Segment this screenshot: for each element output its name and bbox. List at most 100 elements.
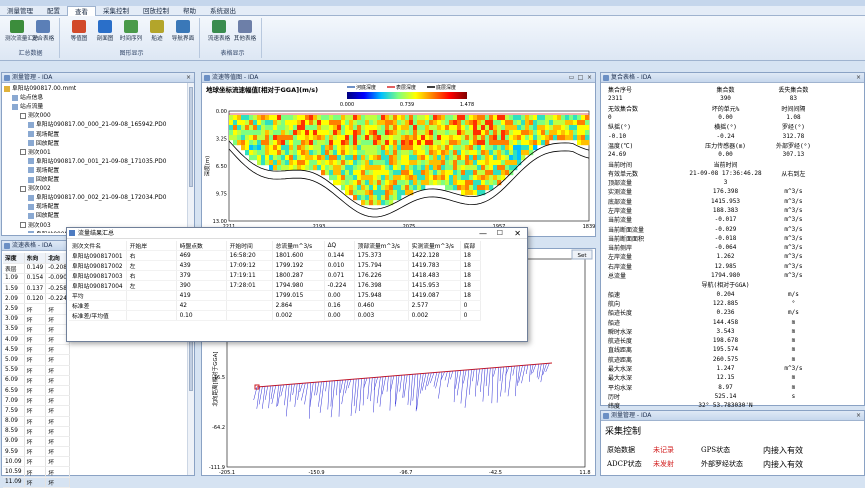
table-cell: 7.09 (3, 395, 25, 407)
table-row[interactable]: 8.59 坏坏 (3, 426, 70, 437)
table-row[interactable]: 阜阳站090817001 右 469 16:58:20 1801.600 0.144 175… (69, 250, 481, 261)
tree-node[interactable]: 回放配置 (28, 176, 59, 185)
tree-node[interactable]: 测次000 (20, 112, 51, 121)
tree-node[interactable]: 站点信息 (12, 94, 43, 103)
table-row[interactable]: 阜阳站090817003 右 379 17:19:11 1800.287 0.071 176… (69, 270, 481, 281)
minimize-button[interactable]: — (479, 228, 487, 239)
column-header[interactable]: 实测流量m^3/s (408, 241, 461, 251)
table-cell: 175.948 (354, 290, 409, 301)
velocity-cell (369, 195, 374, 201)
velocity-cell (437, 145, 442, 151)
table-row[interactable]: 阜阳站090817004 左 390 17:28:01 1794.980 -0.224 17… (69, 280, 481, 291)
tree-node[interactable]: 阜阳站090817.00_001_21-09-08_171035.PD0 (28, 158, 166, 167)
table-cell: 390 (176, 280, 227, 291)
table-row[interactable]: 5.59 坏坏 (3, 365, 70, 376)
velocity-cell (485, 140, 490, 146)
tree-scrollbar[interactable] (187, 83, 194, 235)
velocity-cell (429, 165, 434, 171)
table-row[interactable]: 标准差 42 2.864 0.16 0.460 2.577 0 (69, 300, 481, 311)
tree-node[interactable]: 阜阳站090817.00.mmt (4, 85, 76, 94)
maximize-button[interactable]: ☐ (497, 228, 503, 239)
tree-node[interactable]: 测次003 (20, 222, 51, 231)
ribbon-button[interactable]: 船迹 (145, 20, 169, 44)
column-header[interactable]: 测次文件名 (69, 241, 127, 251)
table-row[interactable]: 4.59 坏坏 (3, 344, 70, 356)
column-header[interactable]: 峙盟点数 (176, 241, 227, 251)
checkbox[interactable] (20, 112, 26, 119)
table-row[interactable]: 5.09 坏坏 (3, 354, 70, 366)
table-row: 温度(℃) 压力传感器(m) 外部罗经(°) (605, 141, 814, 150)
close-button[interactable]: ✕ (514, 228, 521, 239)
checkbox[interactable] (20, 149, 26, 156)
column-header[interactable]: 底部 (460, 241, 481, 251)
menu-item[interactable]: 帮助 (176, 6, 203, 16)
table-row[interactable]: 表层 0.149 -0.208 (3, 263, 70, 274)
ribbon-button[interactable]: 其他表格 (233, 20, 257, 44)
column-header[interactable]: 开始岸 (126, 241, 177, 251)
column-header[interactable]: 开始时间 (226, 241, 273, 251)
ribbon-button[interactable]: 流速表格 (207, 20, 231, 44)
close-icon[interactable]: × (185, 74, 192, 81)
scroll-thumb[interactable] (189, 87, 193, 187)
ribbon-button[interactable]: 导航界面 (171, 20, 195, 44)
tree-node[interactable]: 阜阳站090817.00_002_21-09-08_172034.PD0 (28, 194, 166, 203)
column-header[interactable]: 总流量m^3/s (272, 241, 325, 251)
ribbon-button[interactable]: 剖面图 (93, 20, 117, 44)
table-row[interactable]: 8.09 坏坏 (3, 416, 70, 427)
table-row[interactable]: 9.59 坏坏 (3, 446, 70, 458)
tree-node[interactable]: 测次002 (20, 185, 51, 194)
tree-node[interactable]: 阜阳站090817.00_000_21-09-08_165942.PD0 (28, 121, 166, 130)
maximize-icon[interactable]: □ (577, 74, 584, 81)
table-row[interactable]: 6.59 坏坏 (3, 385, 70, 397)
menu-item[interactable]: 采集控制 (96, 6, 136, 16)
table-row[interactable]: 3.09 坏坏 (3, 314, 70, 325)
minimize-icon[interactable]: ▭ (568, 74, 575, 81)
tree-node[interactable]: 现场配置 (28, 203, 59, 212)
close-icon[interactable]: × (586, 74, 593, 81)
velocity-cell (413, 170, 418, 176)
table-row[interactable]: 10.09 坏坏 (3, 456, 70, 468)
velocity-cell (481, 160, 486, 166)
tree-node[interactable]: 现场配置 (28, 131, 59, 140)
table-row[interactable]: 6.09 坏坏 (3, 375, 70, 386)
table-row[interactable]: 9.09 坏坏 (3, 436, 70, 448)
tree-node[interactable]: 回放配置 (28, 212, 59, 221)
table-row[interactable]: 标准差/平均值 0.10 0.002 0.00 0.003 0.002 0 (69, 310, 481, 321)
menu-item[interactable]: 回放控制 (136, 6, 176, 16)
menu-item[interactable]: 配置 (40, 6, 67, 16)
table-row[interactable]: 2.09 0.120 -0.224 (3, 293, 70, 305)
tree-node[interactable]: 测次001 (20, 149, 51, 158)
table-row[interactable]: 7.59 坏坏 (3, 405, 70, 417)
column-header[interactable]: ΔQ (324, 241, 355, 251)
column-header[interactable]: 深度 (3, 253, 25, 264)
velocity-cell (497, 130, 502, 136)
menu-item[interactable]: 查看 (67, 5, 96, 16)
close-icon[interactable]: × (855, 412, 862, 419)
table-row[interactable]: 阜阳站090817002 左 439 17:09:12 1799.192 0.010 175… (69, 260, 481, 271)
table-row[interactable]: 11.09 坏坏 (3, 477, 70, 488)
ribbon-button[interactable]: 等值图 (67, 20, 91, 44)
tree-node[interactable]: 现场配置 (28, 167, 59, 176)
table-row[interactable]: 3.59 坏坏 (3, 324, 70, 336)
table-row[interactable]: 7.09 坏坏 (3, 395, 70, 407)
ribbon-button[interactable]: 时间序列 (119, 20, 143, 44)
checkbox[interactable] (20, 222, 26, 228)
table-row[interactable]: 1.09 0.154 -0.090 (3, 273, 70, 285)
table-row[interactable]: 2.59 坏坏 (3, 303, 70, 315)
ribbon-button[interactable]: 复合表格 (31, 20, 55, 44)
menu-item[interactable]: 测量管理 (0, 6, 40, 16)
ribbon-button[interactable]: 测次流量汇总 (5, 20, 39, 44)
column-header[interactable]: 东向 (24, 253, 47, 264)
menu-item[interactable]: 系统退出 (203, 6, 243, 16)
column-header[interactable]: 顶部流量m^3/s (354, 241, 409, 251)
table-row[interactable]: 4.09 坏坏 (3, 334, 70, 346)
table-row[interactable]: 1.59 0.137 -0.258 (3, 283, 70, 295)
table-row[interactable]: 平均 419 1799.015 0.00 175.948 1419.087 18 (69, 290, 481, 301)
table-cell: 纬度 (608, 403, 621, 411)
velocity-cell (573, 130, 578, 136)
velocity-cell (261, 145, 266, 151)
close-icon[interactable]: × (855, 74, 862, 81)
tree-node[interactable]: 回放配置 (28, 140, 59, 149)
checkbox[interactable] (20, 185, 26, 192)
tree-node[interactable]: 站点流量 (12, 103, 43, 112)
